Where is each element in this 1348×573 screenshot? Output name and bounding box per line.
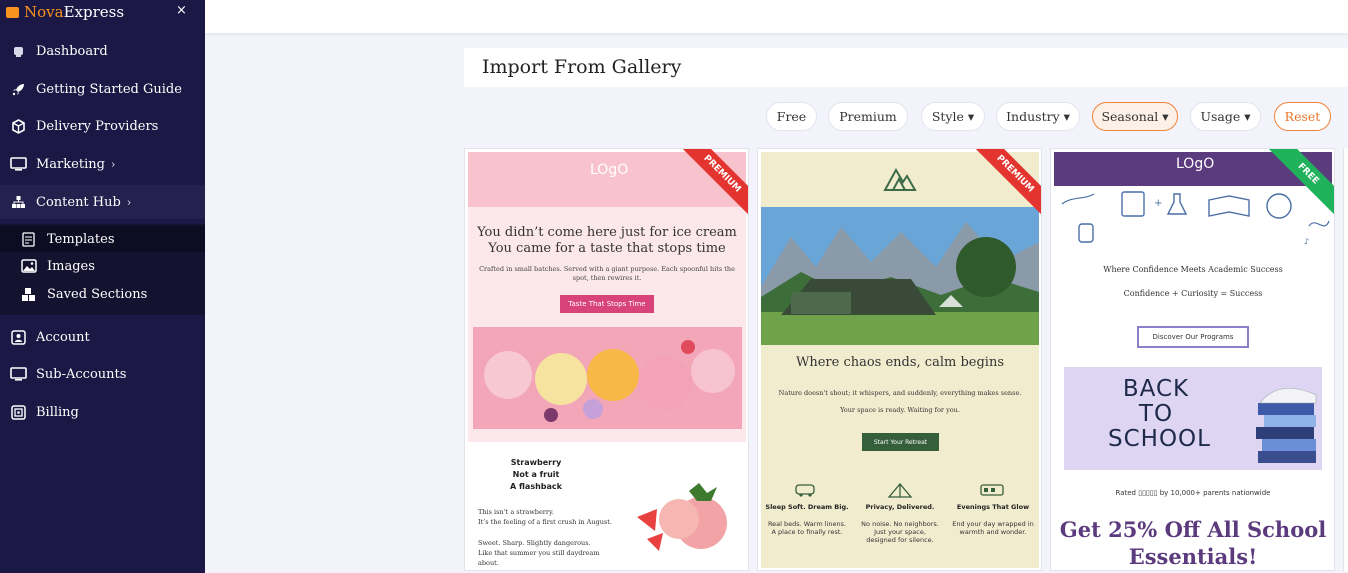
template-paragraph-1: This isn’t a strawberry. It’s the feeling… <box>478 508 612 526</box>
filter-style-dropdown[interactable]: Style ▾ <box>921 102 985 131</box>
camper-icon <box>795 484 815 497</box>
monitor-icon <box>10 156 27 173</box>
rocket-icon <box>10 81 27 98</box>
template-body-text: Crafted in small batches. Served with a … <box>479 265 735 282</box>
chevron-right-icon: › <box>126 195 132 209</box>
filter-seasonal-dropdown[interactable]: Seasonal ▾ <box>1092 102 1178 131</box>
top-bar <box>205 0 1348 33</box>
filter-free-button[interactable]: Free <box>766 102 817 131</box>
filter-premium-button[interactable]: Premium <box>828 102 908 131</box>
template-logo: LOgO <box>590 162 629 178</box>
mountain-logo-icon <box>883 167 917 191</box>
hierarchy-icon <box>10 194 27 211</box>
feature-text: No noise. No neighbors. Just your space, d… <box>861 520 939 544</box>
tent-icon <box>887 482 913 498</box>
template-card-back-to-school[interactable]: LOgO + ♪ Where Confidence Meets Academic… <box>1050 148 1335 571</box>
template-headline-1: You didn’t come here just for ice cream <box>477 225 737 240</box>
sidebar-item-label: Delivery Providers <box>36 118 159 134</box>
sidebar-item-label: Dashboard <box>36 43 108 59</box>
dashboard-icon <box>10 43 27 60</box>
template-cta-button: Start Your Retreat <box>862 433 939 451</box>
template-cta-button: Discover Our Programs <box>1137 326 1249 348</box>
sidebar-item-label: Marketing › <box>36 156 116 172</box>
premium-ribbon-badge: PREMIUM <box>971 149 1041 219</box>
close-sidebar-icon[interactable]: × <box>176 3 187 18</box>
template-icon <box>20 231 37 247</box>
banner-word: SCHOOL <box>1108 426 1211 452</box>
image-icon <box>20 259 37 274</box>
page-header: Import From Gallery <box>464 48 1348 87</box>
sidebar-item-label: Getting Started Guide <box>36 81 182 97</box>
template-tagline: Where Confidence Meets Academic Success <box>1103 265 1283 274</box>
template-body-1: Nature doesn't shout; it whispers, and s… <box>778 389 1022 397</box>
sidebar-item-sub-accounts[interactable]: Sub-Accounts <box>0 357 205 391</box>
free-ribbon-badge: FREE <box>1264 149 1334 219</box>
sidebar-item-label: Content Hub › <box>36 194 132 210</box>
blocks-icon <box>20 287 37 302</box>
sidebar-subitem-images[interactable]: Images <box>0 253 205 279</box>
cabin-icon <box>980 484 1004 496</box>
sidebar-item-label: Sub-Accounts <box>36 366 127 382</box>
envelope-logo-icon <box>6 6 19 18</box>
book-stack-image <box>1256 387 1317 463</box>
sidebar-item-marketing[interactable]: Marketing › <box>0 147 205 181</box>
sidebar-item-getting-started[interactable]: Getting Started Guide <box>0 72 205 106</box>
box-icon <box>10 118 27 135</box>
filter-reset-button[interactable]: Reset <box>1274 102 1331 131</box>
feature-text: Real beds. Warm linens. A place to finall… <box>767 520 847 536</box>
feature-title: Privacy, Delivered. <box>865 503 935 511</box>
account-icon <box>10 329 27 346</box>
brand-name-part2: Express <box>63 3 125 21</box>
brand-name-part1: Nova <box>24 3 64 21</box>
sidebar: Nova Express × Dashboard Getting Started … <box>0 0 205 573</box>
brand-logo[interactable]: Nova Express <box>6 3 124 21</box>
template-headline: Where chaos ends, calm begins <box>795 355 1004 370</box>
camping-tent-photo <box>761 207 1039 345</box>
template-headline-2: You came for a taste that stops time <box>488 241 726 256</box>
feature-title: Evenings That Glow <box>956 503 1030 511</box>
ice-cream-photo <box>473 327 742 429</box>
feature-text: End your day wrapped in warmth and wonder… <box>952 520 1034 536</box>
sidebar-subitem-saved-sections[interactable]: Saved Sections <box>0 281 205 307</box>
template-offer-line-1: Get 25% Off All School <box>1059 517 1327 542</box>
sidebar-subitem-templates[interactable]: Templates <box>0 226 205 252</box>
template-rating-text: Rated ▯▯▯▯▯ by 10,000+ parents nationwid… <box>1115 489 1271 497</box>
sidebar-item-dashboard[interactable]: Dashboard <box>0 34 205 68</box>
sidebar-subitem-label: Templates <box>47 231 115 247</box>
monitor-icon <box>10 366 27 383</box>
feature-title: Sleep Soft. Dream Big. <box>765 503 849 511</box>
template-equation-text: Confidence + Curiosity = Success <box>1123 289 1263 298</box>
template-card-retreat[interactable]: Where chaos ends, calm begins Nature doe… <box>757 148 1042 571</box>
premium-ribbon-badge: PREMIUM <box>678 149 748 219</box>
content-hub-submenu: Templates Images Saved Sections <box>0 224 205 315</box>
sidebar-item-account[interactable]: Account <box>0 320 205 354</box>
banner-word: TO <box>1138 401 1174 427</box>
svg-text:♪: ♪ <box>1304 237 1309 246</box>
template-card-ice-cream[interactable]: LOgO You didn’t come here just for ice c… <box>464 148 749 571</box>
strawberry-ice-cream-image <box>637 483 727 551</box>
banner-word: BACK <box>1122 376 1190 402</box>
sidebar-item-label: Billing <box>36 404 79 420</box>
template-cta-button: Taste That Stops Time <box>560 295 654 313</box>
sidebar-item-label: Account <box>36 329 90 345</box>
filter-usage-dropdown[interactable]: Usage ▾ <box>1190 102 1261 131</box>
billing-icon <box>10 404 27 421</box>
template-paragraph-2: Sweet. Sharp. Slightly dangerous. Like th… <box>478 539 600 567</box>
back-to-school-banner: BACK TO SCHOOL <box>1064 367 1322 470</box>
template-logo: LOgO <box>1176 156 1215 172</box>
sidebar-subitem-label: Saved Sections <box>47 286 148 302</box>
sidebar-item-billing[interactable]: Billing <box>0 395 205 429</box>
sidebar-item-content-hub[interactable]: Content Hub › <box>0 185 205 219</box>
template-offer-line-2: Essentials! <box>1128 544 1258 569</box>
template-side-title: Strawberry Not a fruit A flashback <box>510 458 562 491</box>
sidebar-subitem-label: Images <box>47 258 95 274</box>
template-body-2: Your space is ready. Waiting for you. <box>840 406 960 414</box>
chevron-right-icon: › <box>110 157 116 171</box>
filter-industry-dropdown[interactable]: Industry ▾ <box>996 102 1080 131</box>
page-title: Import From Gallery <box>482 56 682 78</box>
sidebar-item-delivery-providers[interactable]: Delivery Providers <box>0 109 205 143</box>
svg-text:+: + <box>1154 198 1162 209</box>
template-card-partial[interactable] <box>1343 148 1348 571</box>
